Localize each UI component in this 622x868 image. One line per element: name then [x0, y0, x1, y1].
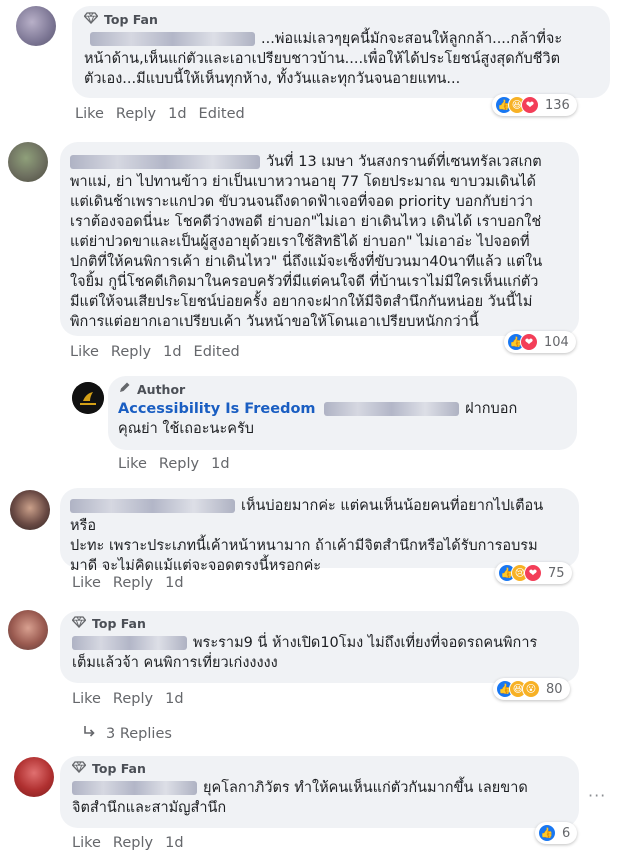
- timestamp[interactable]: 1d: [211, 456, 229, 472]
- edited-label[interactable]: Edited: [194, 344, 240, 360]
- comment-text: พระราม9 นี่ ห้างเปิด10โมง ไม่ถึงเที่ยงที…: [193, 635, 538, 651]
- comment-text: เราต้องจอดนี่นะ โชคดีว่างพอดี ย่าบอก"ไม่…: [70, 214, 542, 230]
- comment-text: ยุคโลกาภิวัตร ทำให้คนเห็นแก่ตัวกันมากขึ้…: [203, 780, 528, 796]
- like-button[interactable]: Like: [75, 106, 104, 122]
- love-reaction-icon: ❤: [521, 96, 539, 114]
- view-replies-link[interactable]: 3 Replies: [82, 725, 172, 743]
- comment-bubble: Top Fan พระราม9 นี่ ห้างเปิด10โมง ไม่ถึง…: [60, 611, 579, 683]
- reply-button[interactable]: Reply: [113, 835, 153, 851]
- comment-actions: Like Reply 1d: [72, 575, 184, 591]
- comment-bubble: วันที่ 13 เมษา วันสงกรานต์ที่เซนทรัลเวสเ…: [60, 142, 579, 336]
- timestamp[interactable]: 1d: [165, 691, 183, 707]
- author-name-link[interactable]: Accessibility Is Freedom: [118, 401, 316, 417]
- edited-label[interactable]: Edited: [199, 106, 245, 122]
- comment-text: มีแต่ให้จนเสียประโยชน์บ่อยครั้ง อยากจะฝา…: [70, 294, 533, 310]
- comment-text: ปกติที่ให้คนพิการเค้า ย่าเดินไหว" นี่ถึง…: [70, 254, 543, 270]
- reaction-summary[interactable]: 👍 6: [535, 822, 578, 844]
- page-logo-icon: [72, 382, 104, 414]
- comment-bubble: Top Fan ...พ่อแม่เลวๆยุคนี้มักจะสอนให้ลู…: [72, 6, 610, 98]
- timestamp[interactable]: 1d: [165, 575, 183, 591]
- author-reply-bubble: Author Accessibility Is Freedom ฝากบอก ค…: [108, 376, 577, 450]
- timestamp[interactable]: 1d: [163, 344, 181, 360]
- comment-text: ใจยิ้ม กูนี่โชคดีเกิดมาในครอบครัวที่มีแต…: [70, 274, 539, 290]
- reaction-count: 104: [544, 334, 569, 350]
- diamond-icon: [83, 12, 99, 27]
- diamond-icon: [71, 616, 87, 631]
- comment-text: คุณย่า ใช้เถอะนะครับ: [118, 421, 254, 437]
- reply-button[interactable]: Reply: [113, 691, 153, 707]
- top-fan-badge: Top Fan: [71, 616, 567, 631]
- author-badge: Author: [118, 381, 567, 397]
- comment-actions: Like Reply 1d: [118, 456, 230, 472]
- comment-text: หน้าด้าน,เห็นแก่ตัวและเอาเปรียบชาวบ้าน..…: [84, 51, 561, 67]
- comment-actions: Like Reply 1d: [72, 835, 184, 851]
- comment-text: ...พ่อแม่เลวๆยุคนี้มักจะสอนให้ลูกกล้า...…: [261, 31, 563, 47]
- badge-label: Top Fan: [92, 761, 146, 776]
- replies-count-label[interactable]: 3 Replies: [106, 726, 172, 742]
- reaction-count: 6: [562, 825, 571, 841]
- reply-button[interactable]: Reply: [159, 456, 199, 472]
- comment-text: เต็มแล้วจ้า คนพิการเที่ยวเก่งงงงง: [72, 655, 278, 671]
- comment-bubble: Top Fan ยุคโลกาภิวัตร ทำให้คนเห็นแก่ตัวก…: [60, 756, 579, 828]
- top-fan-badge: Top Fan: [83, 12, 598, 27]
- comment-actions: Like Reply 1d Edited: [70, 344, 240, 360]
- like-button[interactable]: Like: [72, 575, 101, 591]
- avatar[interactable]: [8, 610, 48, 650]
- avatar[interactable]: [10, 490, 50, 530]
- diamond-icon: [71, 761, 87, 776]
- badge-label: Top Fan: [104, 12, 158, 27]
- wow-reaction-icon: 😮: [522, 680, 540, 698]
- commenter-name[interactable]: [72, 781, 197, 795]
- timestamp[interactable]: 1d: [165, 835, 183, 851]
- page-avatar[interactable]: [72, 382, 104, 414]
- more-options-icon[interactable]: ···: [588, 786, 606, 805]
- comment-actions: Like Reply 1d Edited: [75, 106, 245, 122]
- comment-text: พาแม่, ย่า ไปทานข้าว ย่าเป็นเบาหวานอายุ …: [70, 174, 536, 190]
- comment-text: แต่เดินช้าเพราะแกปวด ขับวนจนถึงดาดฟ้าเจอ…: [70, 194, 534, 210]
- reaction-summary[interactable]: 👍 😢 ❤ 75: [495, 562, 572, 584]
- comment-bubble: เห็นบ่อยมากค่ะ แต่คนเห็นน้อยคนที่อยากไปเ…: [60, 488, 579, 574]
- reaction-count: 75: [548, 565, 565, 581]
- comment-text: แต่ย่าปวดขาและเป็นผู้สูงอายุด้วยเราใช้สิ…: [70, 234, 530, 250]
- love-reaction-icon: ❤: [520, 333, 538, 351]
- top-fan-badge: Top Fan: [71, 761, 567, 776]
- comment-text: ปะทะ เพราะประเภทนี้เค้าหน้าหนามาก ถ้าเค้…: [70, 538, 538, 554]
- avatar[interactable]: [14, 757, 54, 797]
- badge-label: Author: [137, 381, 186, 397]
- avatar[interactable]: [8, 142, 48, 182]
- mentioned-user[interactable]: [324, 402, 460, 416]
- reaction-summary[interactable]: 👍 😆 ❤ 136: [492, 94, 577, 116]
- commenter-name[interactable]: [72, 636, 187, 650]
- like-button[interactable]: Like: [118, 456, 147, 472]
- comment-text: ตัวเอง...มีแบบนี้ให้เห็นทุกห้าง, ทั้งวัน…: [84, 71, 461, 87]
- reaction-count: 136: [545, 97, 570, 113]
- commenter-name[interactable]: [70, 499, 235, 513]
- like-button[interactable]: Like: [72, 835, 101, 851]
- reply-arrow-icon: [82, 725, 96, 743]
- comment-text: จิตสำนึกและสามัญสำนึก: [72, 800, 227, 816]
- reaction-summary[interactable]: 👍 😆 😮 80: [493, 678, 570, 700]
- like-button[interactable]: Like: [70, 344, 99, 360]
- avatar[interactable]: [16, 6, 56, 46]
- comment-text: พิการแต่อยากเอาเปรียบเค้า วันหน้าขอให้โด…: [70, 314, 479, 330]
- reply-button[interactable]: Reply: [113, 575, 153, 591]
- like-button[interactable]: Like: [72, 691, 101, 707]
- love-reaction-icon: ❤: [524, 564, 542, 582]
- commenter-name[interactable]: [90, 32, 255, 46]
- reaction-count: 80: [546, 681, 563, 697]
- reply-button[interactable]: Reply: [111, 344, 151, 360]
- comment-actions: Like Reply 1d: [72, 691, 184, 707]
- badge-label: Top Fan: [92, 616, 146, 631]
- like-reaction-icon: 👍: [538, 824, 556, 842]
- timestamp[interactable]: 1d: [168, 106, 186, 122]
- commenter-name[interactable]: [70, 155, 260, 169]
- pencil-icon: [118, 381, 131, 397]
- reply-button[interactable]: Reply: [116, 106, 156, 122]
- comment-text: วันที่ 13 เมษา วันสงกรานต์ที่เซนทรัลเวสเ…: [266, 154, 542, 170]
- reaction-summary[interactable]: 👍 ❤ 104: [504, 331, 576, 353]
- comment-text: ฝากบอก: [465, 401, 518, 417]
